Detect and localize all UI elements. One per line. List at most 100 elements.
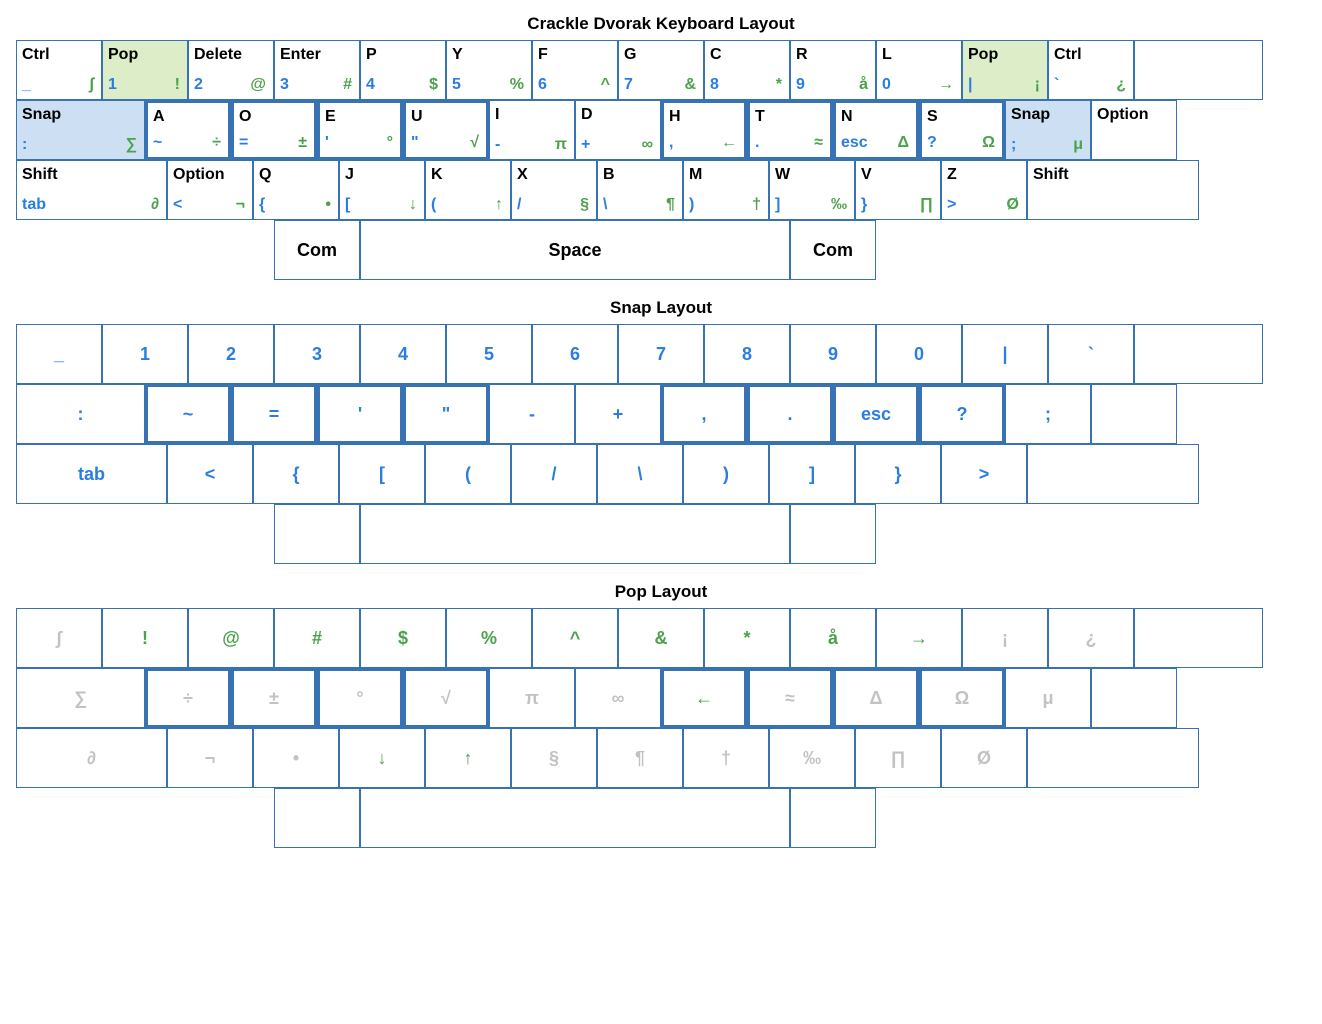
key[interactable]: ' [317,384,403,444]
key[interactable]: A~÷ [145,100,231,160]
key[interactable] [1091,668,1177,728]
key[interactable]: , [661,384,747,444]
key[interactable] [790,788,876,848]
key[interactable]: = [231,384,317,444]
key[interactable]: 0 [876,324,962,384]
key[interactable]: ← [661,668,747,728]
key[interactable]: Ω [919,668,1005,728]
key[interactable]: G7& [618,40,704,100]
key[interactable]: P4$ [360,40,446,100]
key[interactable]: M)† [683,160,769,220]
key[interactable] [1134,40,1263,100]
key[interactable]: K(↑ [425,160,511,220]
key[interactable]: ∞ [575,668,661,728]
key[interactable]: ¬ [167,728,253,788]
key[interactable]: T.≈ [747,100,833,160]
key[interactable] [1134,324,1263,384]
key[interactable]: ∏ [855,728,941,788]
key[interactable]: X/§ [511,160,597,220]
key[interactable]: • [253,728,339,788]
key[interactable]: ∂ [16,728,167,788]
key[interactable]: å [790,608,876,668]
key[interactable]: [ [339,444,425,504]
key[interactable]: ) [683,444,769,504]
key[interactable] [1027,444,1199,504]
key[interactable]: Q{• [253,160,339,220]
key[interactable]: Delete2@ [188,40,274,100]
key[interactable]: ~ [145,384,231,444]
key[interactable] [274,504,360,564]
key[interactable]: S?Ω [919,100,1005,160]
key[interactable]: Ctrl`¿ [1048,40,1134,100]
key[interactable]: ^ [532,608,618,668]
key[interactable]: - [489,384,575,444]
key[interactable]: π [489,668,575,728]
key[interactable]: Pop|¡ [962,40,1048,100]
key[interactable] [360,788,790,848]
key[interactable]: Option<¬ [167,160,253,220]
key[interactable]: $ [360,608,446,668]
key[interactable]: ( [425,444,511,504]
key[interactable]: 3 [274,324,360,384]
key[interactable]: Shift [1027,160,1199,220]
key[interactable]: tab [16,444,167,504]
key[interactable]: C8* [704,40,790,100]
key[interactable]: < [167,444,253,504]
key[interactable]: ÷ [145,668,231,728]
key[interactable]: ± [231,668,317,728]
key[interactable]: L0→ [876,40,962,100]
key[interactable]: / [511,444,597,504]
key[interactable] [1027,728,1199,788]
key[interactable]: > [941,444,1027,504]
key[interactable]: NescΔ [833,100,919,160]
key[interactable]: † [683,728,769,788]
key[interactable]: 2 [188,324,274,384]
key[interactable]: \ [597,444,683,504]
key[interactable] [1134,608,1263,668]
key[interactable]: : [16,384,145,444]
key[interactable]: ¶ [597,728,683,788]
key[interactable]: Com [790,220,876,280]
key[interactable]: Snap:∑ [16,100,145,160]
key[interactable]: 7 [618,324,704,384]
key[interactable]: ! [102,608,188,668]
key[interactable] [274,788,360,848]
key[interactable] [360,504,790,564]
key[interactable]: ≈ [747,668,833,728]
key[interactable]: § [511,728,597,788]
key[interactable]: Space [360,220,790,280]
key[interactable]: Com [274,220,360,280]
key[interactable]: + [575,384,661,444]
key[interactable]: 1 [102,324,188,384]
key[interactable]: → [876,608,962,668]
key[interactable]: # [274,608,360,668]
key[interactable]: J[↓ [339,160,425,220]
key[interactable]: B\¶ [597,160,683,220]
key[interactable]: H,← [661,100,747,160]
key[interactable]: | [962,324,1048,384]
key[interactable]: ∑ [16,668,145,728]
key[interactable]: 9 [790,324,876,384]
key[interactable]: ¡ [962,608,1048,668]
key[interactable]: I-π [489,100,575,160]
key[interactable]: Snap;μ [1005,100,1091,160]
key[interactable]: _ [16,324,102,384]
key[interactable]: Ø [941,728,1027,788]
key[interactable]: & [618,608,704,668]
key[interactable]: ; [1005,384,1091,444]
key[interactable]: ‰ [769,728,855,788]
key[interactable]: ∫ [16,608,102,668]
key[interactable]: 4 [360,324,446,384]
key[interactable]: U"√ [403,100,489,160]
key[interactable]: ? [919,384,1005,444]
key[interactable]: Enter3# [274,40,360,100]
key[interactable]: √ [403,668,489,728]
key[interactable]: Option [1091,100,1177,160]
key[interactable]: D+∞ [575,100,661,160]
key[interactable]: { [253,444,339,504]
key[interactable]: ↓ [339,728,425,788]
key[interactable]: " [403,384,489,444]
key[interactable]: Ctrl_∫ [16,40,102,100]
key[interactable]: V}∏ [855,160,941,220]
key[interactable]: Δ [833,668,919,728]
